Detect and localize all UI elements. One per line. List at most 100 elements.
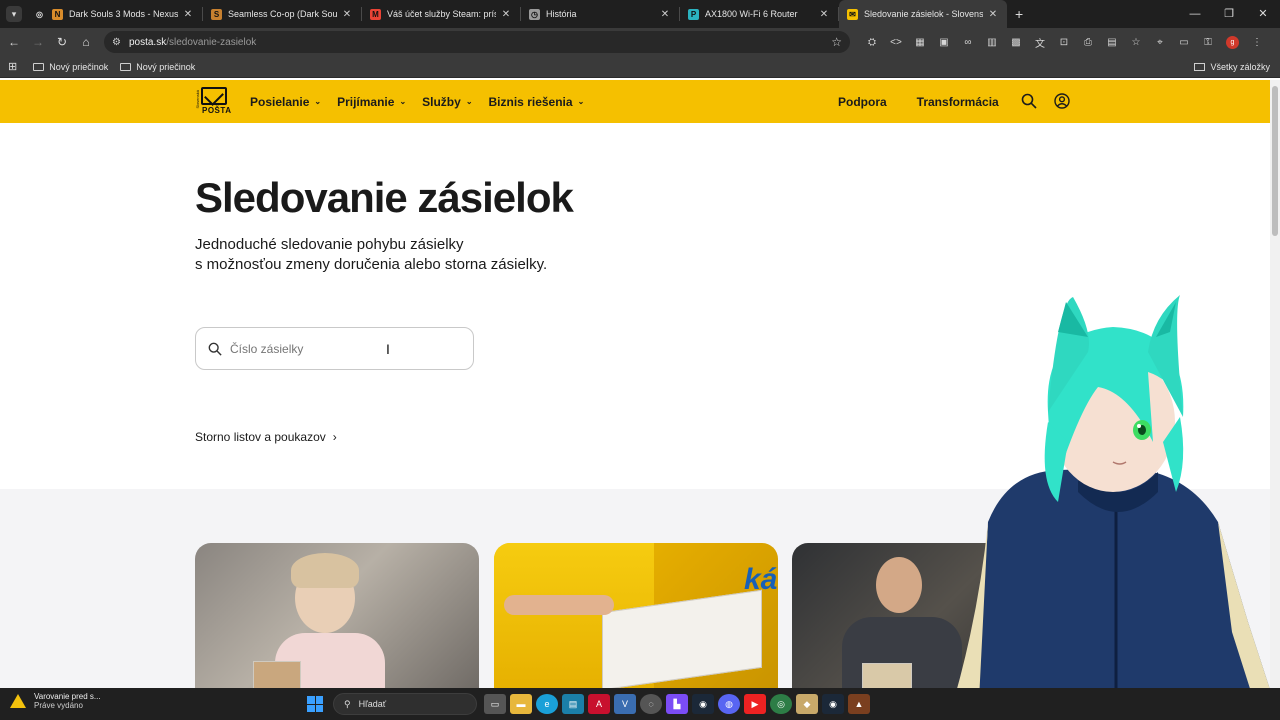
- browser-tab[interactable]: M Váš účet služby Steam: prístup ✕: [362, 0, 520, 28]
- feature-card-image[interactable]: ká: [494, 543, 778, 693]
- extension-icon[interactable]: ⛭: [860, 37, 884, 48]
- password-key-icon[interactable]: ⚿: [1196, 37, 1220, 48]
- page-subtitle: Jednoduché sledovanie pohybu zásielky s …: [195, 235, 547, 275]
- tab-title: Váš účet služby Steam: prístup: [387, 9, 496, 19]
- bookmark-folder[interactable]: Nový priečinok: [120, 62, 195, 72]
- chrome-icon[interactable]: ◎: [770, 694, 792, 714]
- reader-icon[interactable]: ▥: [980, 37, 1004, 48]
- user-account-icon[interactable]: [1054, 93, 1070, 109]
- posta-logo[interactable]: Slovenská POŠTA: [195, 87, 231, 117]
- chevron-down-icon: ⌄: [399, 97, 407, 106]
- amd-icon[interactable]: A: [588, 694, 610, 714]
- tab-search-button[interactable]: ▾: [6, 6, 22, 22]
- page-title: Sledovanie zásielok: [195, 174, 574, 221]
- bookmark-star-icon[interactable]: ☆: [831, 35, 842, 49]
- tab-close-icon[interactable]: ✕: [818, 9, 830, 20]
- subtitle-line: Jednoduché sledovanie pohybu zásielky: [195, 236, 464, 253]
- app-icon[interactable]: ▲: [848, 694, 870, 714]
- nav-podpora[interactable]: Podpora: [838, 95, 887, 109]
- logo-side-text: Slovenská: [195, 90, 200, 109]
- windows-start-icon[interactable]: [307, 696, 323, 712]
- profile-avatar[interactable]: g: [1226, 35, 1239, 49]
- print-icon[interactable]: ⎙: [1076, 37, 1100, 48]
- apps-grid-icon[interactable]: ⊞: [8, 60, 17, 73]
- window-controls: — ❐ ✕: [1178, 0, 1280, 28]
- close-window-icon[interactable]: ✕: [1246, 0, 1280, 28]
- nav-biznis-riesenia[interactable]: Biznis riešenia ⌄: [489, 95, 585, 109]
- address-bar[interactable]: ⚙ posta.sk/sledovanie-zasielok ☆: [104, 31, 850, 53]
- minimize-icon[interactable]: —: [1178, 0, 1212, 28]
- twitch-icon[interactable]: ▙: [666, 694, 688, 714]
- extension-icon[interactable]: ▦: [908, 37, 932, 48]
- bookmarks-icon[interactable]: ☆: [1124, 37, 1148, 48]
- restore-icon[interactable]: ❐: [1212, 0, 1246, 28]
- storno-link-label: Storno listov a poukazov: [195, 430, 326, 444]
- search-icon[interactable]: [1021, 93, 1037, 109]
- tab-close-icon[interactable]: ✕: [500, 9, 512, 20]
- code-icon[interactable]: <>: [884, 37, 908, 48]
- bookmark-folder-label: Nový priečinok: [49, 61, 109, 72]
- menu-icon[interactable]: ⋮: [1245, 37, 1269, 48]
- edge-icon[interactable]: e: [536, 694, 558, 714]
- app-icon[interactable]: ◆: [796, 694, 818, 714]
- back-icon[interactable]: ←: [2, 35, 26, 49]
- nav-sluzby[interactable]: Služby ⌄: [422, 95, 472, 109]
- tab-favicon-icon: N: [52, 8, 63, 20]
- nav-transformacia[interactable]: Transformácia: [917, 95, 999, 109]
- forward-icon[interactable]: →: [26, 35, 50, 49]
- task-view-icon[interactable]: ▭: [484, 694, 506, 714]
- browser-tab[interactable]: ✉ Sledovanie zásielok - Slovenská ✕: [839, 0, 1007, 28]
- warning-subtitle: Práve vydáno: [34, 701, 83, 710]
- scrollbar-thumb[interactable]: [1272, 86, 1278, 236]
- storno-link[interactable]: Storno listov a poukazov ›: [195, 430, 337, 444]
- qr-icon[interactable]: ▩: [1004, 37, 1028, 48]
- taskbar-search-label: Hľadať: [358, 699, 387, 709]
- app-icon[interactable]: ◌: [640, 694, 662, 714]
- feature-card-image[interactable]: [195, 543, 479, 693]
- sidepanel-icon[interactable]: ▤: [1100, 37, 1124, 48]
- app-icon[interactable]: ▤: [562, 694, 584, 714]
- bookmark-folder[interactable]: Nový priečinok: [33, 62, 108, 72]
- chevron-down-icon: ⌄: [314, 97, 322, 106]
- steam-icon[interactable]: ◉: [692, 694, 714, 714]
- steam-icon[interactable]: ◉: [822, 694, 844, 714]
- tab-close-icon[interactable]: ✕: [341, 9, 353, 20]
- location-icon[interactable]: ⌖: [1148, 37, 1172, 48]
- tab-pinned[interactable]: ◎: [22, 0, 44, 28]
- browser-tab[interactable]: N Dark Souls 3 Mods - Nexus Mo ✕: [44, 0, 202, 28]
- tab-close-icon[interactable]: ✕: [182, 9, 194, 20]
- browser-tab[interactable]: S Seamless Co-op (Dark Souls Re ✕: [203, 0, 361, 28]
- folder-icon: [1194, 63, 1206, 71]
- person-illustration: [291, 553, 359, 588]
- windows-taskbar: Varovanie pred s... Práve vydáno ⚲ Hľada…: [0, 688, 1280, 720]
- translate-icon[interactable]: 文: [1028, 35, 1052, 50]
- weather-warning-widget[interactable]: Varovanie pred s... Práve vydáno: [10, 692, 101, 710]
- tracking-search-box[interactable]: [195, 327, 474, 370]
- warning-title: Varovanie pred s...: [34, 692, 101, 701]
- nav-posielanie[interactable]: Posielanie ⌄: [250, 95, 321, 109]
- all-bookmarks[interactable]: Všetky záložky: [1194, 56, 1270, 78]
- tab-close-icon[interactable]: ✕: [659, 9, 671, 20]
- new-tab-button[interactable]: +: [1015, 6, 1023, 22]
- discord-icon[interactable]: ◍: [718, 694, 740, 714]
- card-icon[interactable]: ▭: [1172, 37, 1196, 48]
- extension-icon[interactable]: ▣: [932, 37, 956, 48]
- link-icon[interactable]: ∞: [956, 37, 980, 48]
- reload-icon[interactable]: ↻: [50, 35, 74, 49]
- youtube-icon[interactable]: ▶: [744, 694, 766, 714]
- logo-fragment: ká: [744, 563, 778, 596]
- app-icon[interactable]: V: [614, 694, 636, 714]
- tab-close-icon[interactable]: ✕: [987, 9, 999, 20]
- browser-tab[interactable]: P AX1800 Wi-Fi 6 Router ✕: [680, 0, 838, 28]
- nav-label: Biznis riešenia: [488, 94, 573, 109]
- tracking-number-input[interactable]: [230, 341, 450, 356]
- home-icon[interactable]: ⌂: [74, 35, 98, 49]
- nav-prijimanie[interactable]: Prijímanie ⌄: [337, 95, 406, 109]
- chevron-down-icon: ⌄: [577, 97, 585, 106]
- tab-title: Seamless Co-op (Dark Souls Re: [228, 9, 337, 19]
- file-explorer-icon[interactable]: ▬: [510, 694, 532, 714]
- taskbar-search[interactable]: ⚲ Hľadať: [333, 693, 477, 715]
- site-info-icon[interactable]: ⚙: [112, 37, 121, 48]
- screenshot-icon[interactable]: ⊡: [1052, 37, 1076, 48]
- browser-tab[interactable]: ◷ História ✕: [521, 0, 679, 28]
